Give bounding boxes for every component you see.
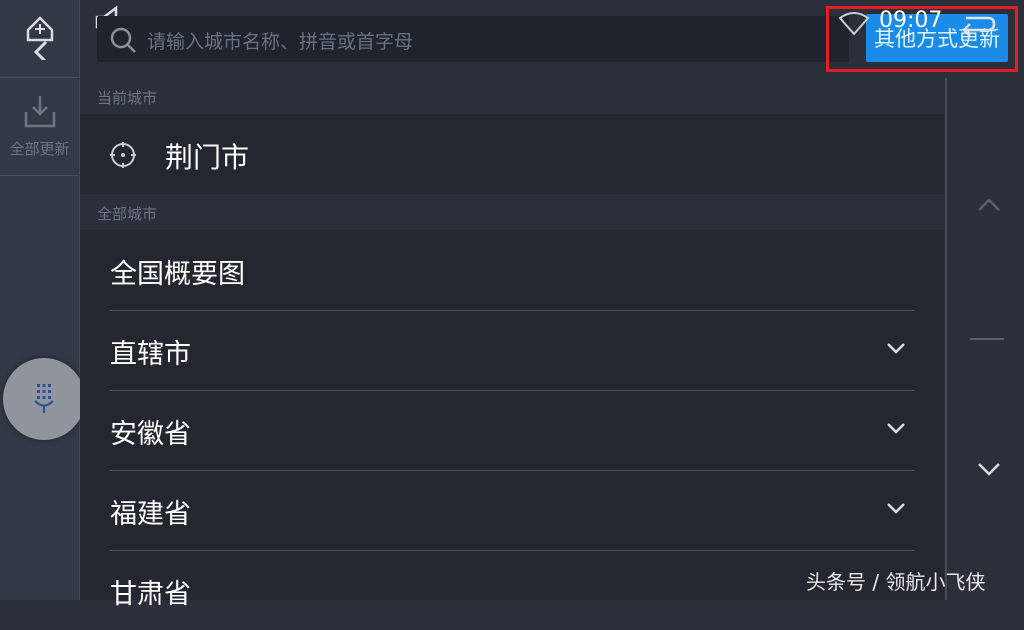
microphone-icon	[34, 384, 54, 413]
section-header-label: 全部城市	[97, 205, 158, 223]
chevron-down-icon[interactable]	[977, 462, 1001, 476]
watermark: 头条号 / 领航小飞侠	[806, 570, 986, 594]
download-icon	[24, 96, 55, 128]
left-rail: 全部更新	[0, 0, 80, 600]
chevron-down-icon	[887, 343, 905, 354]
chevron-down-icon	[887, 503, 905, 514]
locate-icon	[110, 142, 136, 168]
scroll-indicator[interactable]	[970, 338, 1004, 340]
highlight-box	[826, 6, 1018, 72]
current-city-row[interactable]: 荆门市	[80, 114, 944, 194]
city-list: 当前城市 荆门市 全部城市 全国概要图 直辖市 安徽省 福建省 甘肃省	[80, 78, 944, 610]
chevron-down-icon	[887, 423, 905, 434]
list-item[interactable]: 直辖市	[110, 310, 914, 391]
list-item[interactable]: 甘肃省	[110, 550, 914, 630]
list-item-label: 直辖市	[110, 339, 191, 370]
voice-button[interactable]	[3, 358, 85, 440]
list-item-label: 全国概要图	[110, 259, 245, 290]
update-all-label: 全部更新	[9, 140, 70, 158]
back-button[interactable]	[18, 8, 62, 64]
list-item[interactable]: 全国概要图	[110, 230, 914, 311]
list-item[interactable]: 安徽省	[110, 390, 914, 471]
section-header-current: 当前城市	[80, 78, 944, 114]
scroll-rail[interactable]	[945, 78, 1024, 600]
rail-divider	[0, 77, 79, 78]
list-item-label: 安徽省	[110, 419, 191, 450]
chevron-up-icon[interactable]	[977, 198, 1001, 212]
search-input[interactable]: 请输入城市名称、拼音或首字母	[97, 16, 849, 62]
all-cities-list: 全国概要图 直辖市 安徽省 福建省 甘肃省	[80, 230, 944, 610]
search-placeholder: 请输入城市名称、拼音或首字母	[147, 31, 414, 53]
list-item-label: 甘肃省	[110, 579, 191, 610]
current-city-name: 荆门市	[165, 141, 250, 174]
list-item[interactable]: 福建省	[110, 470, 914, 551]
list-item-label: 福建省	[110, 499, 191, 530]
section-header-label: 当前城市	[97, 89, 158, 107]
rail-divider	[0, 175, 79, 176]
section-header-all: 全部城市	[80, 194, 944, 230]
update-all-button[interactable]: 全部更新	[0, 94, 79, 159]
search-icon	[110, 27, 136, 53]
back-icon	[26, 16, 54, 64]
